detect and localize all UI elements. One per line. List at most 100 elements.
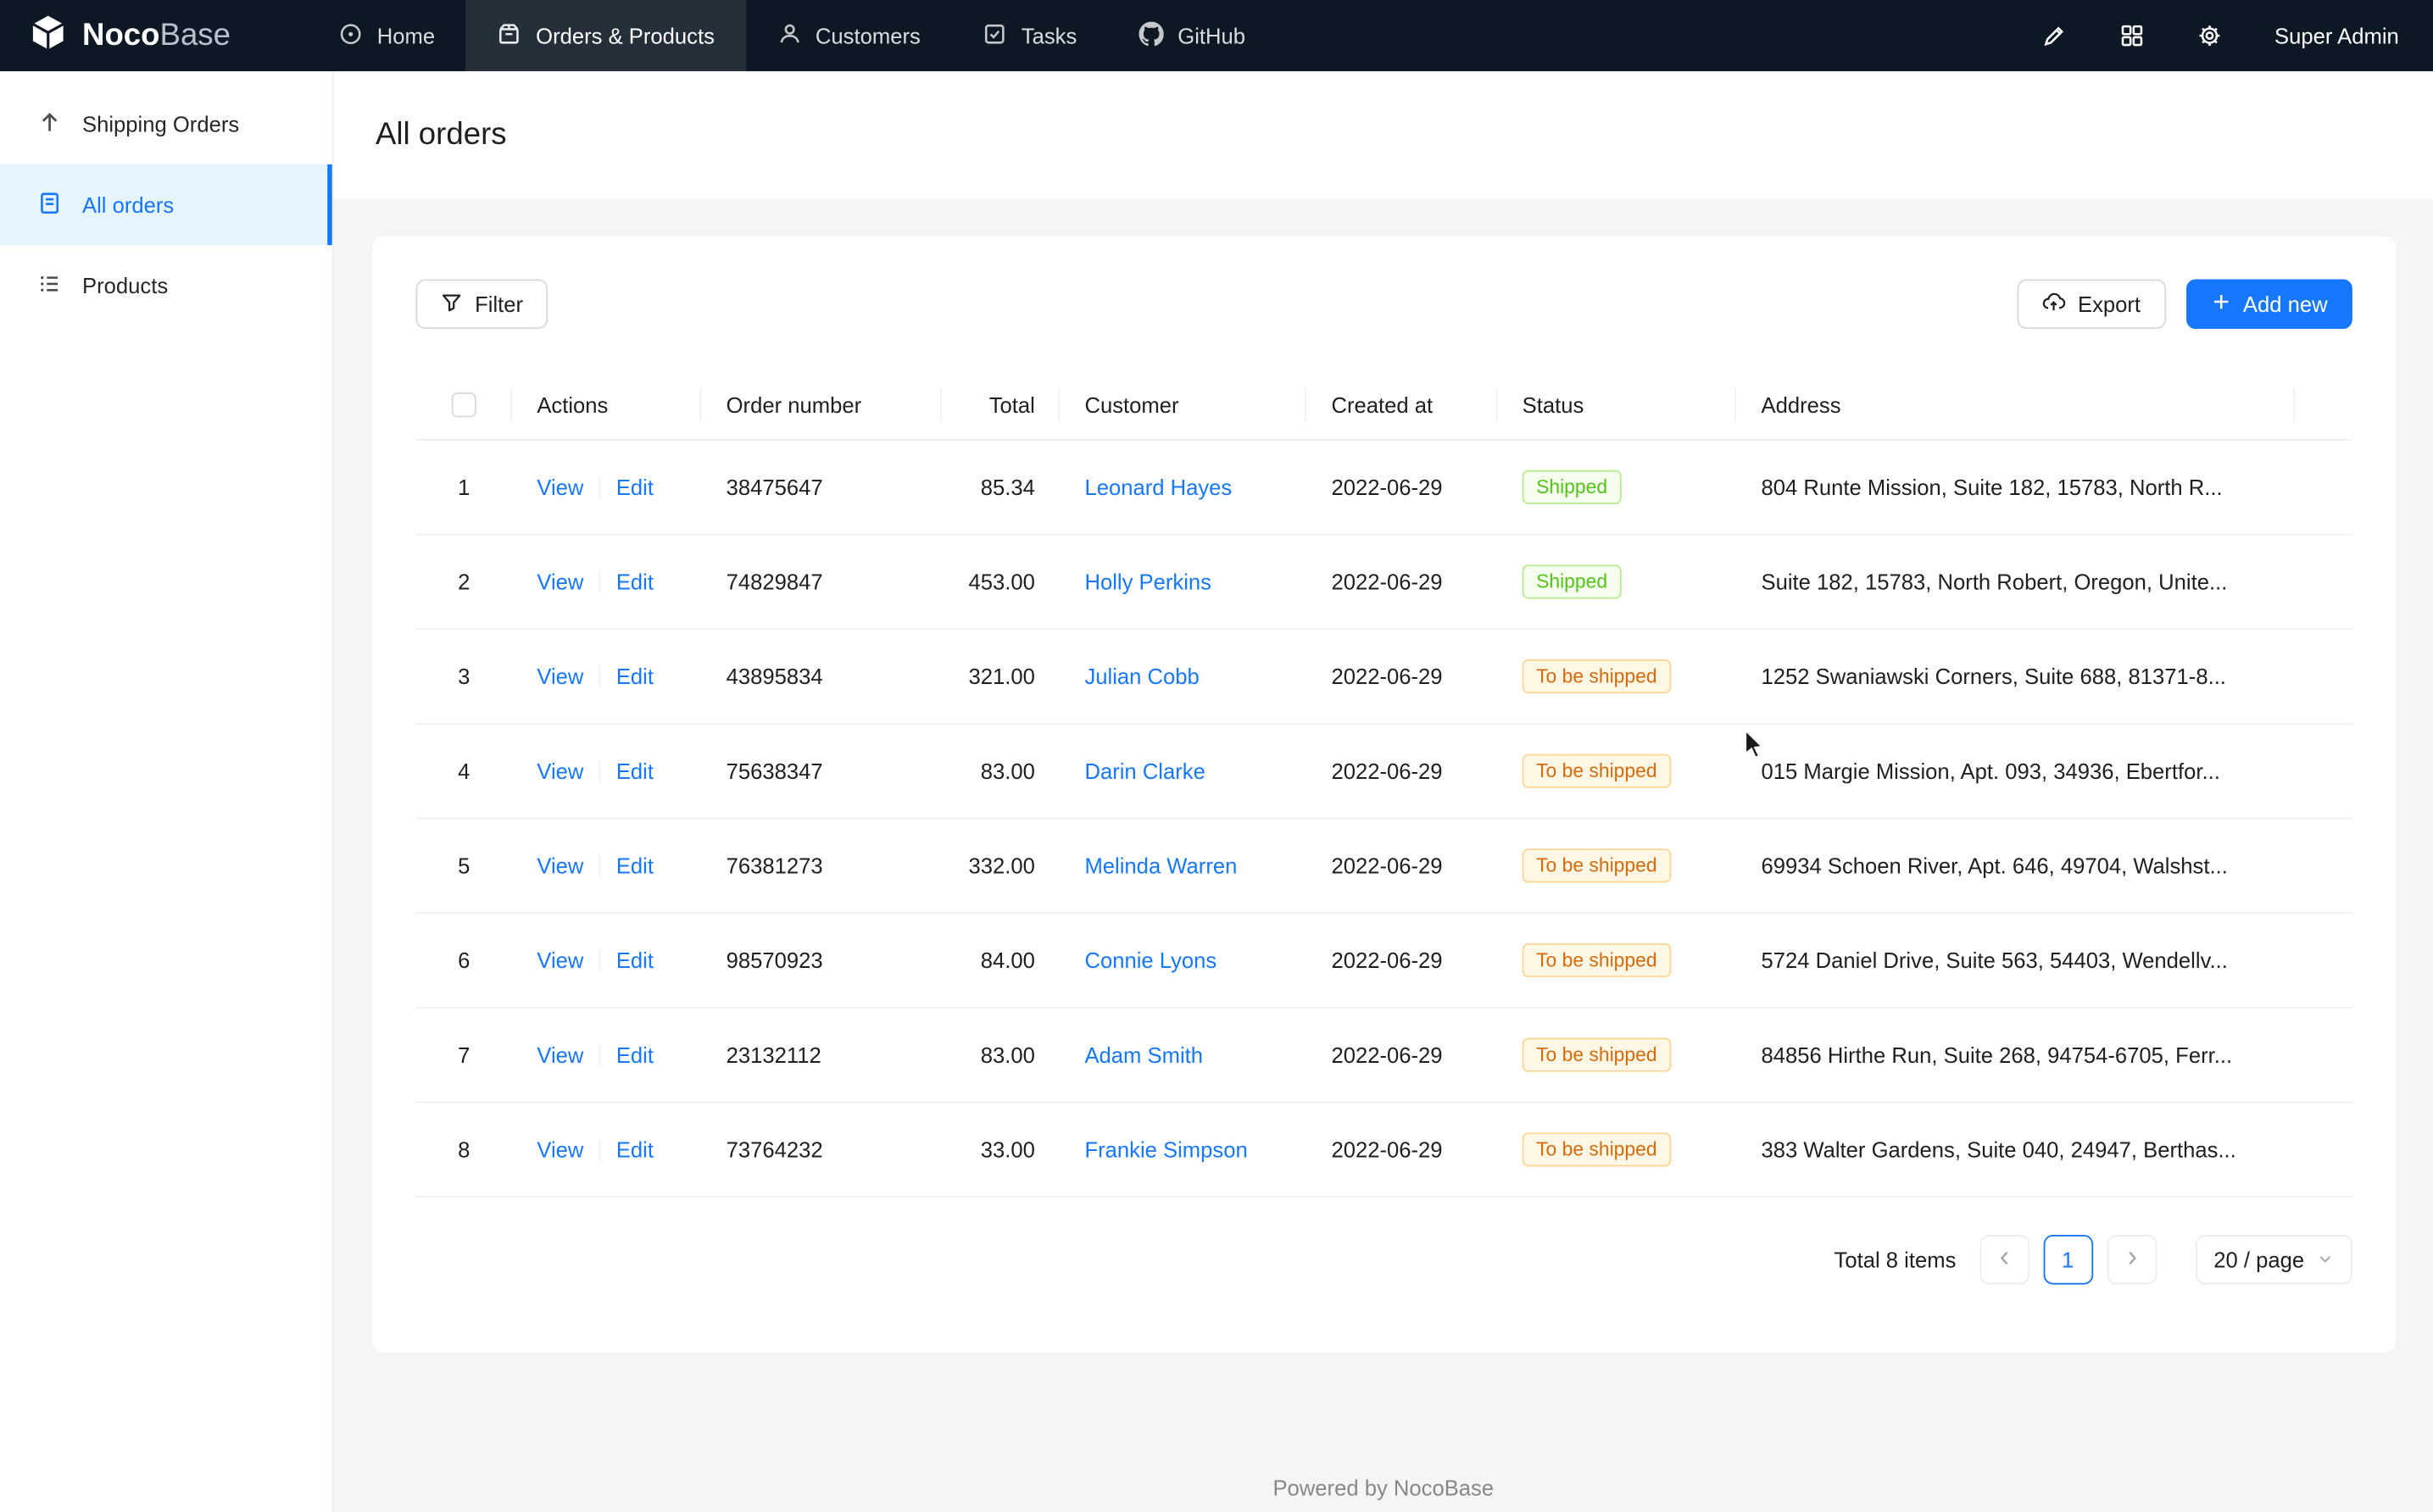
action-divider bbox=[599, 760, 601, 782]
page-title: All orders bbox=[376, 117, 507, 153]
pagination-next-button[interactable] bbox=[2107, 1235, 2157, 1285]
status-badge: To be shipped bbox=[1523, 943, 1671, 977]
view-link[interactable]: View bbox=[537, 759, 583, 783]
created-at-cell: 2022-06-29 bbox=[1306, 1137, 1497, 1162]
top-navbar: NocoBase Home Orders & Pro bbox=[0, 0, 2433, 71]
customer-cell: Adam Smith bbox=[1060, 1042, 1306, 1067]
export-button[interactable]: Export bbox=[2018, 279, 2166, 329]
address-cell: 383 Walter Gardens, Suite 040, 24947, Be… bbox=[1736, 1137, 2295, 1162]
sidebar-item-label: Shipping Orders bbox=[82, 112, 239, 136]
total-cell: 85.34 bbox=[942, 475, 1060, 499]
sidebar-item-shipping-orders[interactable]: Shipping Orders bbox=[0, 84, 332, 164]
customer-link[interactable]: Connie Lyons bbox=[1084, 948, 1216, 972]
toolbar: Filter Export bbox=[416, 279, 2352, 329]
created-at-cell: 2022-06-29 bbox=[1306, 853, 1497, 878]
page-size-select[interactable]: 20 / page bbox=[2195, 1235, 2352, 1285]
view-link[interactable]: View bbox=[537, 664, 583, 688]
action-divider bbox=[599, 1139, 601, 1161]
add-new-button[interactable]: Add new bbox=[2185, 279, 2352, 329]
order-number-cell: 23132112 bbox=[701, 1042, 942, 1067]
pagination-prev-button[interactable] bbox=[1979, 1235, 2029, 1285]
nav-item-github[interactable]: GitHub bbox=[1108, 0, 1277, 71]
nav-item-customers[interactable]: Customers bbox=[746, 0, 952, 71]
created-at-cell: 2022-06-29 bbox=[1306, 475, 1497, 499]
customer-cell: Julian Cobb bbox=[1060, 664, 1306, 688]
list-icon bbox=[37, 270, 62, 300]
row-index: 1 bbox=[458, 475, 470, 499]
highlighter-icon[interactable] bbox=[2041, 23, 2066, 47]
customer-link[interactable]: Leonard Hayes bbox=[1084, 475, 1232, 499]
column-header-customer: Customer bbox=[1060, 370, 1306, 439]
tasks-icon bbox=[983, 21, 1007, 51]
export-button-label: Export bbox=[2078, 292, 2141, 316]
actions-cell: View Edit bbox=[512, 948, 701, 972]
created-at-cell: 2022-06-29 bbox=[1306, 570, 1497, 594]
edit-link[interactable]: Edit bbox=[616, 853, 654, 878]
nav-item-tasks[interactable]: Tasks bbox=[951, 0, 1107, 71]
customer-link[interactable]: Julian Cobb bbox=[1084, 664, 1199, 688]
action-divider bbox=[599, 665, 601, 687]
brand-noco: Noco bbox=[82, 18, 160, 52]
edit-link[interactable]: Edit bbox=[616, 475, 654, 499]
nocobase-logo-icon bbox=[28, 12, 69, 60]
page-size-value: 20 / page bbox=[2213, 1248, 2304, 1272]
view-link[interactable]: View bbox=[537, 570, 583, 594]
edit-link[interactable]: Edit bbox=[616, 1137, 654, 1162]
row-index: 3 bbox=[458, 664, 470, 688]
arrow-up-icon bbox=[37, 109, 62, 139]
edit-link[interactable]: Edit bbox=[616, 759, 654, 783]
nav-item-home[interactable]: Home bbox=[307, 0, 465, 71]
plus-icon bbox=[2210, 292, 2230, 316]
total-cell: 453.00 bbox=[942, 570, 1060, 594]
total-cell: 332.00 bbox=[942, 853, 1060, 878]
order-number-cell: 73764232 bbox=[701, 1137, 942, 1162]
settings-gear-icon[interactable] bbox=[2197, 23, 2222, 47]
edit-link[interactable]: Edit bbox=[616, 664, 654, 688]
status-badge: To be shipped bbox=[1523, 848, 1671, 882]
customer-link[interactable]: Frankie Simpson bbox=[1084, 1137, 1247, 1162]
customer-link[interactable]: Darin Clarke bbox=[1084, 759, 1205, 783]
status-cell: To be shipped bbox=[1497, 754, 1736, 788]
orders-file-icon bbox=[37, 190, 62, 220]
filter-button[interactable]: Filter bbox=[416, 279, 548, 329]
chevron-down-icon bbox=[2317, 1248, 2334, 1272]
select-all-checkbox[interactable] bbox=[452, 392, 476, 416]
nav-item-orders-products[interactable]: Orders & Products bbox=[466, 0, 746, 71]
nav-item-label: Customers bbox=[816, 23, 921, 47]
view-link[interactable]: View bbox=[537, 1137, 583, 1162]
created-at-cell: 2022-06-29 bbox=[1306, 664, 1497, 688]
nav-item-label: GitHub bbox=[1178, 23, 1245, 47]
status-badge: To be shipped bbox=[1523, 1132, 1671, 1166]
status-badge: To be shipped bbox=[1523, 1038, 1671, 1072]
sidebar-item-products[interactable]: Products bbox=[0, 245, 332, 325]
plugins-grid-icon[interactable] bbox=[2119, 23, 2144, 47]
status-cell: Shipped bbox=[1497, 470, 1736, 504]
view-link[interactable]: View bbox=[537, 853, 583, 878]
brand-base: Base bbox=[160, 18, 231, 52]
view-link[interactable]: View bbox=[537, 1042, 583, 1067]
view-link[interactable]: View bbox=[537, 475, 583, 499]
customer-link[interactable]: Adam Smith bbox=[1084, 1042, 1203, 1067]
actions-cell: View Edit bbox=[512, 664, 701, 688]
brand[interactable]: NocoBase bbox=[0, 0, 307, 71]
pagination-page-1[interactable]: 1 bbox=[2043, 1235, 2093, 1285]
address-cell: Suite 182, 15783, North Robert, Oregon, … bbox=[1736, 570, 2295, 594]
filter-button-label: Filter bbox=[475, 292, 523, 316]
table-row: 6 ViewEdit 98570923 84.00 Connie Lyons 2… bbox=[416, 914, 2352, 1009]
customer-link[interactable]: Melinda Warren bbox=[1084, 853, 1237, 878]
order-number-cell: 43895834 bbox=[701, 664, 942, 688]
sidebar-item-all-orders[interactable]: All orders bbox=[0, 164, 332, 245]
customer-cell: Darin Clarke bbox=[1060, 759, 1306, 783]
customer-link[interactable]: Holly Perkins bbox=[1084, 570, 1211, 594]
view-link[interactable]: View bbox=[537, 948, 583, 972]
edit-link[interactable]: Edit bbox=[616, 948, 654, 972]
status-badge: To be shipped bbox=[1523, 754, 1671, 788]
action-divider bbox=[599, 476, 601, 498]
edit-link[interactable]: Edit bbox=[616, 1042, 654, 1067]
chevron-right-icon bbox=[2122, 1248, 2141, 1272]
user-menu[interactable]: Super Admin bbox=[2274, 23, 2399, 47]
app: NocoBase Home Orders & Pro bbox=[0, 0, 2433, 1512]
edit-link[interactable]: Edit bbox=[616, 570, 654, 594]
nav-item-label: Orders & Products bbox=[536, 23, 715, 47]
row-index: 8 bbox=[458, 1137, 470, 1162]
